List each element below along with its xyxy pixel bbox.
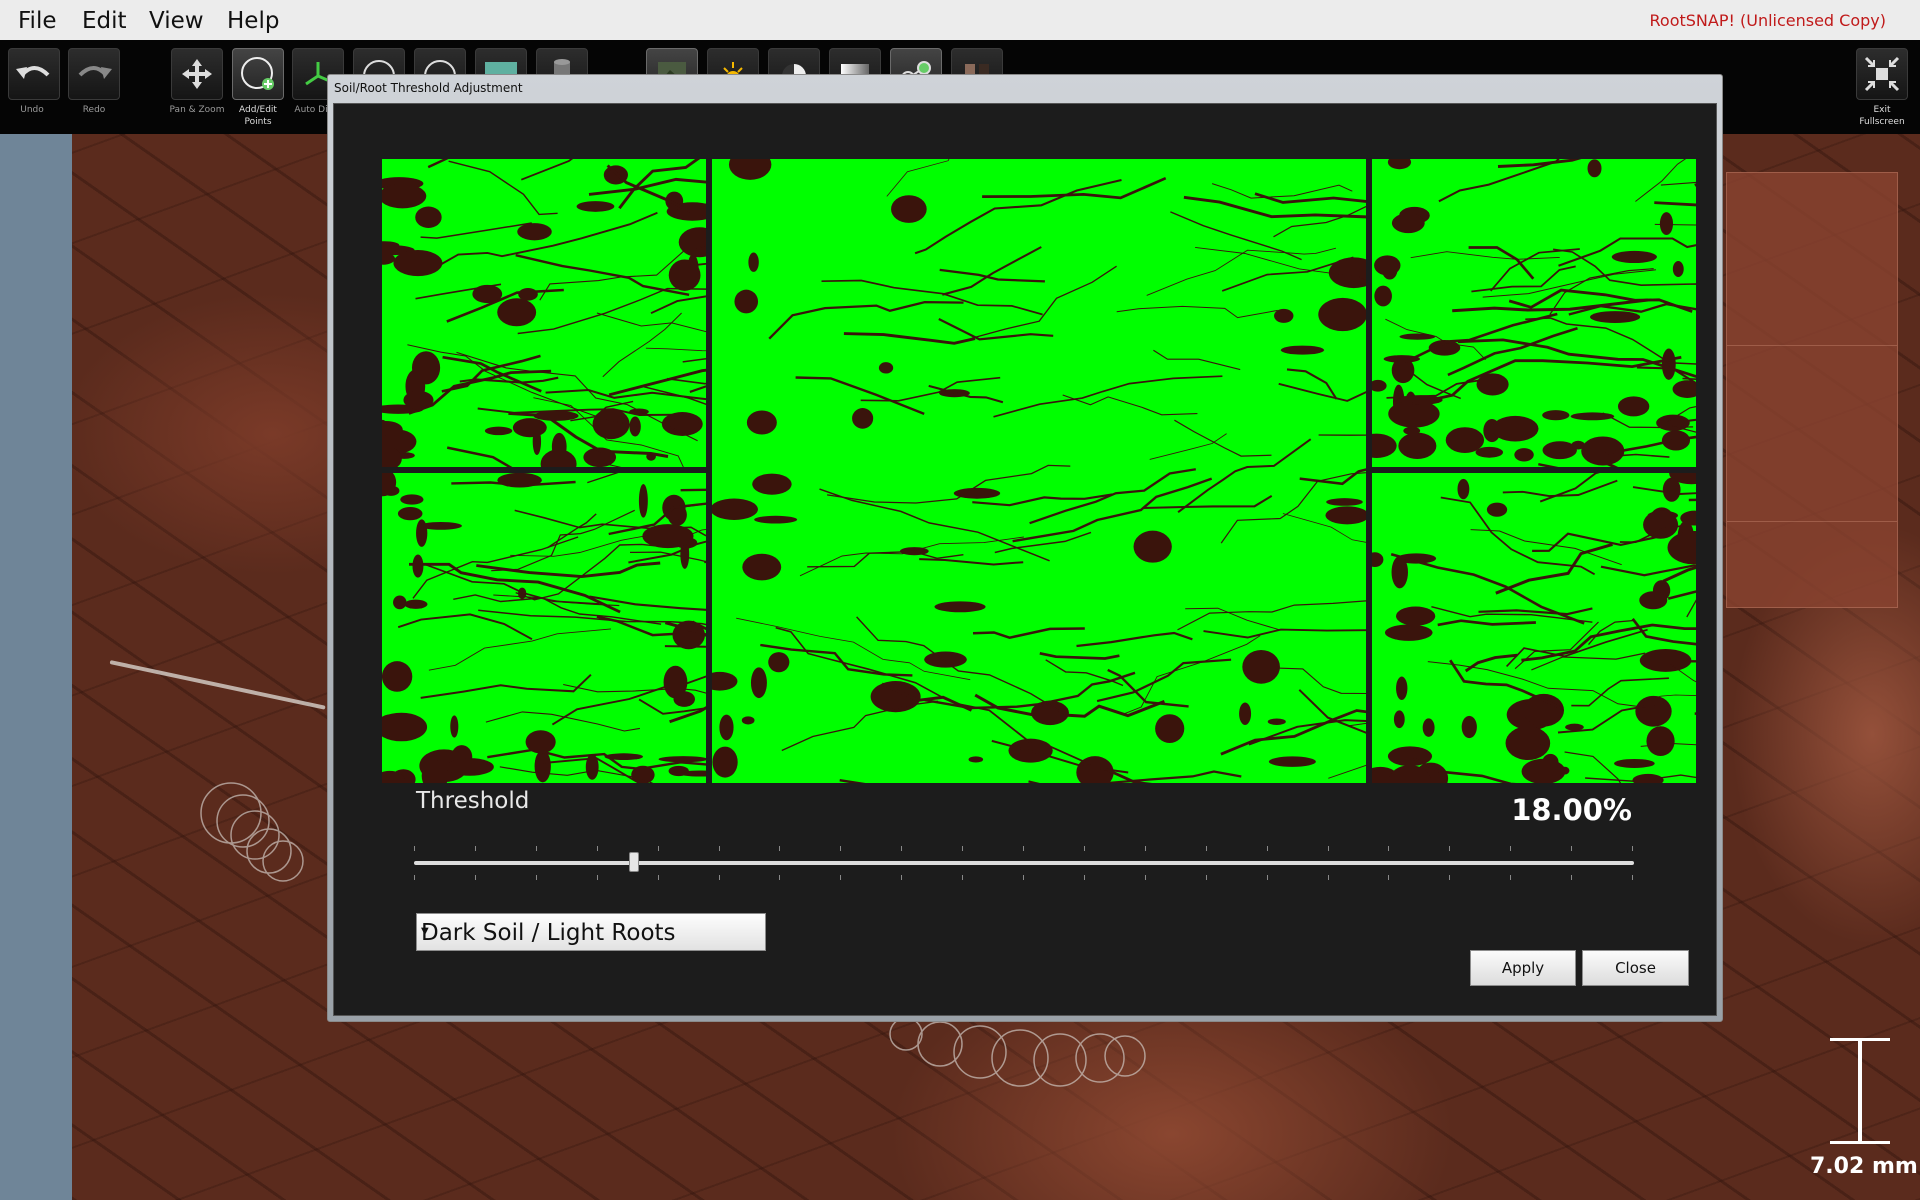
- slider-tick: [1023, 846, 1024, 851]
- threshold-mask-image: [1372, 473, 1696, 783]
- pan-zoom-button[interactable]: [171, 48, 223, 100]
- preview-top-right: [1372, 159, 1696, 467]
- slider-tick: [1267, 875, 1268, 880]
- slider-tick: [901, 875, 902, 880]
- slider-tick: [1571, 875, 1572, 880]
- slider-tick: [962, 875, 963, 880]
- threshold-value: 18.00%: [1511, 793, 1632, 827]
- slider-tick: [1206, 875, 1207, 880]
- slider-tick: [840, 875, 841, 880]
- slider-tick: [779, 846, 780, 851]
- threshold-mask-image: [712, 159, 1366, 783]
- threshold-slider[interactable]: [414, 846, 1634, 886]
- preview-bottom-left: [382, 473, 706, 783]
- menu-view[interactable]: View: [149, 8, 204, 34]
- slider-tick: [1388, 875, 1389, 880]
- threshold-mask-image: [1372, 159, 1696, 467]
- slider-tick: [1510, 846, 1511, 851]
- pan-zoom-label: Pan & Zoom: [169, 105, 225, 115]
- slider-tick: [901, 846, 902, 851]
- exit-fullscreen-icon: [1857, 49, 1907, 99]
- slider-tick: [1023, 875, 1024, 880]
- thumbnail-panel: [1726, 172, 1898, 608]
- slider-tick: [536, 875, 537, 880]
- slider-tick: [1145, 846, 1146, 851]
- chevron-down-icon: ▼: [421, 926, 429, 937]
- slider-tick: [779, 875, 780, 880]
- slider-tick: [1449, 875, 1450, 880]
- slider-tick: [536, 846, 537, 851]
- slider-tick: [1206, 846, 1207, 851]
- dialog-title: Soil/Root Threshold Adjustment: [334, 81, 523, 95]
- slider-tick: [962, 846, 963, 851]
- slider-thumb[interactable]: [629, 852, 639, 872]
- soil-root-mode-select[interactable]: Dark Soil / Light Roots ▼: [416, 913, 766, 951]
- slider-tick: [1632, 875, 1633, 880]
- slider-tick: [475, 875, 476, 880]
- menu-file[interactable]: File: [18, 8, 57, 34]
- pan-zoom-icon: [172, 49, 222, 99]
- slider-tick: [1632, 846, 1633, 851]
- slider-tick: [1571, 846, 1572, 851]
- threshold-label: Threshold: [416, 788, 530, 814]
- add-edit-points-button[interactable]: [232, 48, 284, 100]
- close-button[interactable]: Close: [1582, 950, 1689, 986]
- annotation-points-2: [889, 1018, 1146, 1087]
- menu-help[interactable]: Help: [227, 8, 279, 34]
- threshold-mask-image: [382, 159, 706, 467]
- preview-top-left: [382, 159, 706, 467]
- preview-bottom-right: [1372, 473, 1696, 783]
- slider-tick: [1328, 846, 1329, 851]
- preview-center: [712, 159, 1366, 783]
- slider-tick: [1145, 875, 1146, 880]
- slider-tick: [414, 875, 415, 880]
- exit-fullscreen-label: Exit Fullscreen: [1859, 105, 1905, 127]
- slider-tick: [840, 846, 841, 851]
- slider-tick: [1328, 875, 1329, 880]
- exit-fullscreen-button[interactable]: [1856, 48, 1908, 100]
- slider-tick: [1388, 846, 1389, 851]
- scale-bar: [1828, 1038, 1892, 1144]
- slider-tick: [597, 846, 598, 851]
- undo-button[interactable]: [8, 48, 60, 100]
- license-status: RootSNAP! (Unlicensed Copy): [1649, 11, 1886, 30]
- slider-tick: [597, 875, 598, 880]
- slider-track[interactable]: [414, 861, 1634, 865]
- slider-tick: [1449, 846, 1450, 851]
- annotation-points: [200, 782, 304, 882]
- left-panel: [0, 134, 72, 1200]
- menu-bar: File Edit View Help RootSNAP! (Unlicense…: [0, 0, 1920, 41]
- redo-label: Redo: [82, 105, 106, 115]
- slider-tick: [1510, 875, 1511, 880]
- redo-button[interactable]: [68, 48, 120, 100]
- add-point-icon: [233, 49, 283, 99]
- menu-edit[interactable]: Edit: [82, 8, 127, 34]
- slider-tick: [475, 846, 476, 851]
- threshold-mask-image: [382, 473, 706, 783]
- slider-tick: [1084, 846, 1085, 851]
- slider-tick: [1267, 846, 1268, 851]
- slider-tick: [658, 875, 659, 880]
- slider-tick: [719, 875, 720, 880]
- slider-tick: [658, 846, 659, 851]
- scale-bar-label: 7.02 mm: [1810, 1154, 1918, 1179]
- apply-button[interactable]: Apply: [1470, 950, 1576, 986]
- slider-tick: [414, 846, 415, 851]
- redo-icon: [69, 49, 119, 99]
- slider-tick: [1084, 875, 1085, 880]
- undo-label: Undo: [20, 105, 44, 115]
- slider-tick: [719, 846, 720, 851]
- undo-icon: [9, 49, 59, 99]
